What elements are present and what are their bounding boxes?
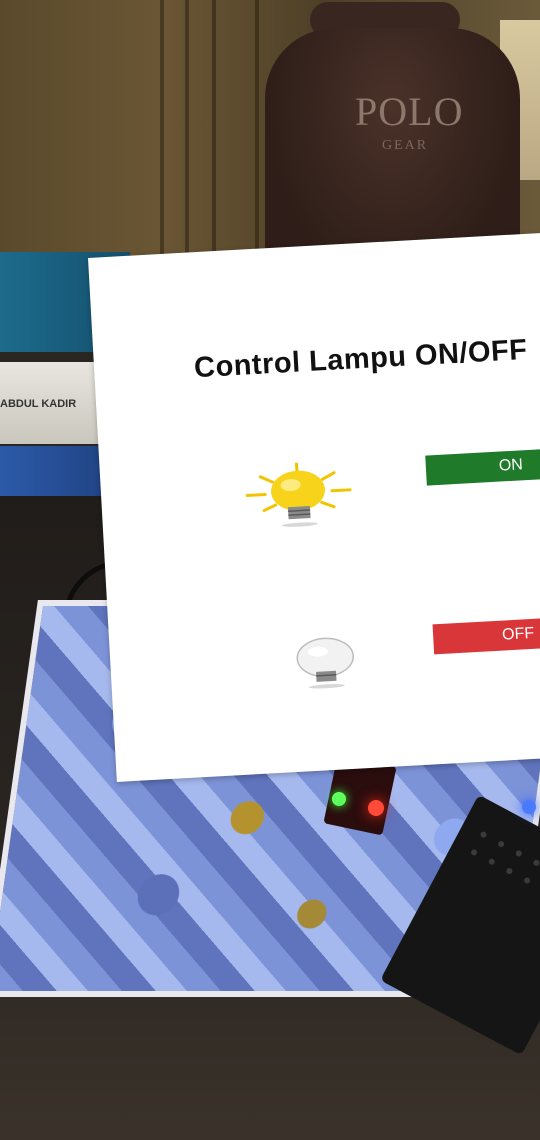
board-pin — [505, 867, 514, 876]
green-led — [332, 792, 346, 806]
wall-panel-line — [255, 0, 259, 270]
off-button[interactable]: OFF — [432, 615, 540, 655]
bag-logo: POLO — [355, 89, 464, 134]
board-pin — [523, 876, 532, 885]
board-pin — [497, 840, 506, 849]
wall-panel-line — [160, 0, 164, 270]
book-label: ABDUL KADIR — [0, 398, 77, 410]
wall-panel-line — [212, 0, 216, 270]
board-pin — [479, 830, 488, 839]
board-pin — [532, 858, 540, 867]
lightbulb-off-icon — [296, 637, 354, 689]
ar-control-panel: Control Lampu ON/OFF ON OFF — [88, 231, 540, 782]
red-led — [368, 800, 384, 816]
blue-led — [522, 800, 536, 814]
wall-panel-line — [185, 0, 189, 270]
board-pin — [487, 857, 496, 866]
on-button[interactable]: ON — [425, 446, 540, 486]
panel-title: Control Lampu ON/OFF — [193, 333, 529, 385]
lightbulb-on-icon — [245, 461, 352, 527]
board-pin — [514, 849, 523, 858]
board-pin — [470, 848, 479, 857]
bag-logo-sub: GEAR — [382, 138, 429, 153]
